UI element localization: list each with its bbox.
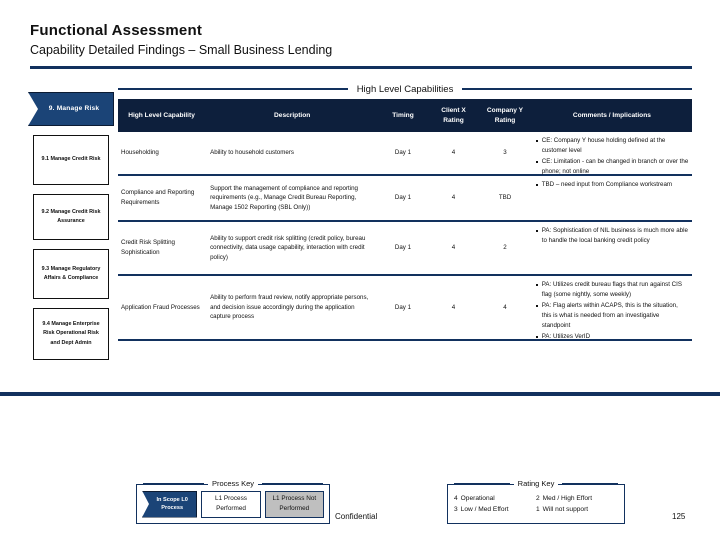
cell-timing: Day 1 (394, 244, 412, 252)
process-key-items: In Scope L0 Process L1 Process Performed… (137, 485, 329, 523)
rating-key: Rating Key 4 Operational 2 Med / High Effo… (447, 479, 625, 524)
section-band: High Level Capabilities (118, 82, 693, 96)
column-header-client-rating: Client X Rating (428, 99, 479, 132)
cell-description: Ability to perform fraud review, notify … (210, 294, 369, 321)
process-box-9-2[interactable]: 9.2 Manage Credit Risk Assurance (33, 194, 109, 240)
cell-client-rating: 4 (451, 194, 456, 202)
rating-legend-2: 2 Med / High Effort (536, 495, 618, 502)
column-header-company-rating: Company Y Rating (480, 99, 530, 132)
band-rule-left (118, 88, 348, 90)
process-box-label: 9.4 Manage Enterprise Risk Operational R… (42, 320, 100, 346)
comments-list: PA: Sophistication of NIL business is mu… (535, 226, 689, 247)
section-band-caption: High Level Capabilities (356, 83, 454, 95)
comment-item: TBD – need input from Compliance workstr… (535, 181, 673, 188)
cell-comments: CE: Company Y house holding defined at t… (532, 132, 692, 175)
cell-comments: PA: Sophistication of NIL business is mu… (532, 222, 692, 274)
legend-l1-performed-label: L1 Process Performed (215, 495, 247, 512)
rating-key-rule-left (454, 482, 510, 485)
comment-item: PA: Utilizes credit bureau flags that ru… (535, 280, 689, 300)
legend-in-scope-label: In Scope L0 Process (156, 496, 188, 511)
process-box-9-3[interactable]: 9.3 Manage Regulatory Affairs & Complian… (33, 249, 109, 299)
cell-client-rating: 4 (451, 244, 456, 252)
column-header-comments: Comments / Implications (531, 99, 693, 132)
confidential-label: Confidential (335, 512, 378, 521)
table-row: Credit Risk Splitting Sophistication Abi… (118, 222, 692, 276)
process-key: Process Key In Scope L0 Process L1 Proce… (136, 479, 330, 524)
cell-comments: TBD – need input from Compliance workstr… (532, 176, 692, 220)
footer-divider (0, 392, 720, 396)
cell-description: Ability to support credit risk splitting… (210, 234, 366, 261)
rating-key-caption-bar: Rating Key (448, 479, 624, 488)
process-box-label: 9.1 Manage Credit Risk (41, 156, 101, 163)
process-box-label: 9.2 Manage Credit Risk Assurance (41, 208, 101, 224)
cell-client-rating: 4 (451, 149, 456, 157)
comment-item: CE: Company Y house holding defined at t… (535, 136, 689, 156)
cell-capability: Householding (121, 149, 159, 157)
rating-legend-3: 3 Low / Med Effort (454, 506, 536, 513)
table-header-row: High Level Capability Description Timing… (118, 99, 693, 132)
cell-capability: Credit Risk Splitting Sophistication (121, 239, 175, 256)
rating-legend-text: Med / High Effort (542, 495, 593, 502)
page-subtitle: Capability Detailed Findings – Small Bus… (30, 43, 333, 57)
process-key-rule-left (143, 482, 204, 485)
page-number: 125 (672, 512, 686, 521)
title-divider (30, 66, 692, 69)
process-box-9-1[interactable]: 9.1 Manage Credit Risk (33, 135, 109, 185)
cell-description: Support the management of compliance and… (210, 184, 358, 211)
capabilities-table: High Level Capability Description Timing… (118, 99, 693, 341)
rating-legend-number: 4 (454, 495, 458, 502)
rating-legend-text: Operational (460, 495, 495, 502)
comments-list: TBD – need input from Compliance workstr… (535, 180, 672, 191)
cell-timing: Day 1 (394, 149, 412, 157)
legend-l1-not-performed: L1 Process Not Performed (264, 490, 324, 518)
cell-company-rating: 4 (503, 303, 507, 311)
rating-legend-text: Low / Med Effort (460, 506, 509, 513)
table-row: Compliance and Reporting Requirements Su… (118, 176, 692, 222)
rating-legend-number: 2 (536, 495, 540, 502)
legend-l1-not-performed-label: L1 Process Not Performed (272, 495, 317, 512)
process-key-caption-bar: Process Key (137, 479, 329, 488)
rating-legend-1: 1 Will not support (536, 506, 618, 513)
cell-company-rating: 2 (503, 244, 507, 252)
rating-legend-number: 3 (454, 506, 458, 513)
slide-header: Functional Assessment Capability Detaile… (30, 22, 690, 57)
cell-timing: Day 1 (394, 303, 412, 311)
comment-item: PA: Utilizes VerID (535, 332, 689, 342)
comment-item: CE: Limitation - can be changed in branc… (535, 157, 689, 175)
cell-timing: Day 1 (394, 194, 412, 202)
legend-l1-performed: L1 Process Performed (201, 490, 261, 518)
process-box-9-4[interactable]: 9.4 Manage Enterprise Risk Operational R… (33, 308, 109, 360)
comments-list: PA: Utilizes credit bureau flags that ru… (535, 280, 689, 343)
cell-client-rating: 4 (451, 303, 456, 311)
cell-description: Ability to household customers (210, 149, 294, 157)
table-row: Householding Ability to household custom… (118, 132, 692, 176)
cell-capability: Application Fraud Processes (121, 303, 200, 311)
cell-capability: Compliance and Reporting Requirements (121, 189, 195, 206)
column-header-description: Description (207, 99, 378, 132)
process-column: 9. Manage Risk 9.1 Manage Credit Risk 9.… (28, 92, 114, 360)
process-chevron[interactable]: 9. Manage Risk (28, 92, 114, 126)
band-rule-right (462, 88, 693, 90)
legend-in-scope-chevron: In Scope L0 Process (142, 490, 198, 518)
rating-legend-number: 1 (536, 506, 540, 513)
comment-item: PA: Sophistication of NIL business is mu… (535, 227, 688, 244)
process-key-caption: Process Key (207, 479, 259, 488)
comments-list: CE: Company Y house holding defined at t… (535, 136, 689, 178)
process-box-label: 9.3 Manage Regulatory Affairs & Complian… (41, 265, 101, 281)
process-chevron-label: 9. Manage Risk (48, 105, 100, 113)
rating-key-rule-right (562, 482, 618, 485)
cell-company-rating: TBD (498, 194, 512, 202)
column-header-capability: High Level Capability (118, 99, 206, 132)
cell-company-rating: 3 (503, 149, 507, 157)
rating-key-items: 4 Operational 2 Med / High Effort 3 Low / M… (448, 485, 624, 523)
rating-legend-text: Will not support (542, 506, 589, 513)
table-row: Application Fraud Processes Ability to p… (118, 276, 692, 341)
rating-legend-4: 4 Operational (454, 495, 536, 502)
column-header-timing: Timing (379, 99, 427, 132)
page-title: Functional Assessment (30, 22, 203, 39)
cell-comments: PA: Utilizes credit bureau flags that ru… (532, 276, 692, 340)
comment-item: PA: Flag alerts within ACAPS, this is th… (535, 301, 689, 331)
rating-key-caption: Rating Key (513, 479, 559, 488)
process-key-rule-right (262, 482, 324, 485)
